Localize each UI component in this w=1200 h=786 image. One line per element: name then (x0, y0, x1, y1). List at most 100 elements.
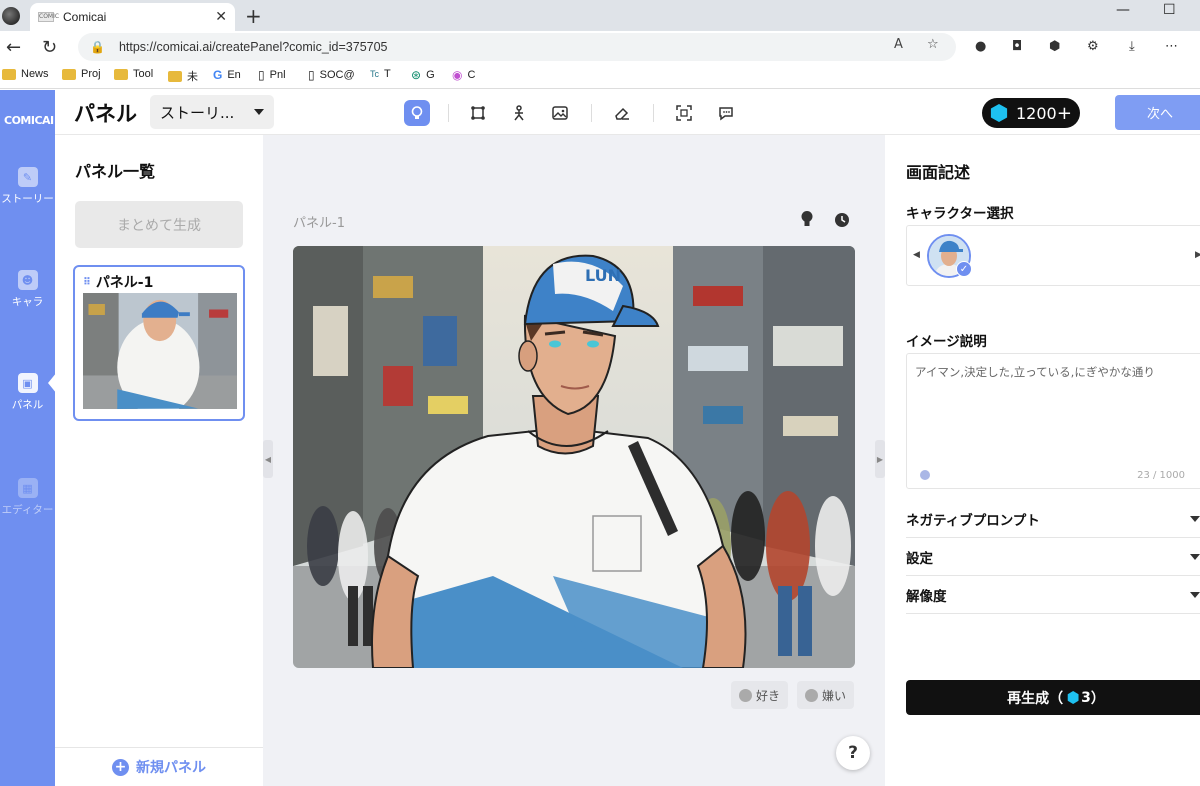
carousel-left-icon[interactable]: ◀ (913, 250, 920, 260)
carousel-right-icon[interactable]: ▶ (1195, 250, 1200, 260)
like-button[interactable]: 好き (731, 681, 789, 709)
pose-tool-button[interactable] (506, 100, 532, 126)
layout-tool-button[interactable] (465, 100, 491, 126)
favorite-star-icon[interactable]: ☆ (927, 37, 939, 52)
frown-icon (805, 688, 818, 702)
bookmark-unread[interactable]: 未 (168, 68, 198, 84)
generated-panel-image[interactable]: LUN (293, 246, 855, 668)
character-icon: ☻ (17, 270, 38, 290)
lightbulb-icon[interactable] (800, 210, 814, 232)
chevron-down-icon (1190, 554, 1200, 560)
translate-icon: Tc (370, 69, 379, 79)
help-button[interactable]: ? (836, 736, 870, 770)
minimize-icon[interactable]: — (1116, 2, 1130, 18)
credit-balance[interactable]: 1200 + (982, 98, 1080, 128)
regenerate-cost: 3 (1081, 689, 1091, 706)
lightbulb-icon (411, 106, 423, 119)
maximize-icon[interactable]: ☐ (1163, 2, 1176, 18)
collapse-left-handle[interactable]: ◀ (263, 440, 273, 478)
bookmarks-bar: News Proj Tool 未 G En ▯ Pnl ▯ SOC@ Tc T ⊛ G ◉… (0, 63, 1200, 89)
drag-handle-icon[interactable]: ⠿ (83, 277, 91, 288)
back-icon[interactable]: ← (6, 37, 21, 58)
page-icon: ▯ (258, 68, 265, 82)
extension-icon[interactable]: ● (975, 39, 986, 54)
character-selector: ◀ ▶ ✓ (906, 225, 1200, 286)
shield-extension-icon[interactable]: ⬢ (1049, 39, 1060, 54)
crop-tool-button[interactable] (671, 100, 697, 126)
pocket-icon[interactable]: ◘ (1012, 39, 1022, 54)
next-button[interactable]: 次へ (1115, 95, 1200, 130)
read-aloud-icon[interactable]: A (894, 37, 903, 52)
image-icon: ▣ (17, 373, 38, 393)
speech-bubble-icon (719, 107, 733, 121)
speech-bubble-tool-button[interactable] (713, 100, 739, 126)
bookmark-t[interactable]: Tc T (370, 68, 391, 80)
new-tab-icon[interactable]: + (245, 4, 262, 28)
smile-icon (739, 688, 752, 702)
tab-close-icon[interactable]: ✕ (215, 9, 227, 25)
browser-tab-comicai[interactable]: COMIC Comicai ✕ (30, 3, 235, 31)
chevron-down-icon (1190, 516, 1200, 522)
dislike-button[interactable]: 嫌い (797, 681, 855, 709)
new-panel-button[interactable]: + 新規パネル (55, 747, 263, 786)
bookmark-c[interactable]: ◉ C (452, 68, 475, 82)
address-bar: ← ↻ 🔒 https://comicai.ai/createPanel?com… (0, 31, 1200, 63)
puzzle-extensions-icon[interactable]: ⚙ (1087, 39, 1099, 54)
folder-icon (168, 70, 182, 82)
editor-icon: ▦ (17, 478, 38, 498)
settings-accordion[interactable]: 設定 (906, 538, 1200, 576)
bookmark-en[interactable]: G En (213, 68, 241, 82)
idea-tool-button[interactable] (404, 100, 430, 126)
rail-item-character[interactable]: ☻ キャラ (0, 270, 55, 309)
resolution-accordion[interactable]: 解像度 (906, 576, 1200, 614)
bookmark-news[interactable]: News (2, 68, 49, 80)
batch-generate-button[interactable]: まとめて生成 (75, 201, 243, 248)
cap-logo-text: LUN (585, 266, 621, 285)
story-select[interactable]: ストーリ... (150, 95, 274, 129)
bookmark-pnl[interactable]: ▯ Pnl (258, 68, 286, 82)
image-edit-icon (552, 106, 568, 120)
toolbar-divider (653, 104, 654, 122)
negative-prompt-accordion[interactable]: ネガティブプロンプト (906, 500, 1200, 538)
panel-thumbnail-card[interactable]: ⠿ パネル-1 (73, 265, 245, 421)
frame-transform-icon (471, 106, 485, 120)
selected-check-icon: ✓ (956, 261, 972, 277)
rail-item-panel[interactable]: ▣ パネル (0, 373, 55, 412)
rail-item-editor[interactable]: ▦ エディター (0, 478, 55, 517)
more-menu-icon[interactable]: ⋯ (1165, 39, 1178, 54)
crop-frame-icon (676, 105, 692, 121)
lock-icon: 🔒 (90, 40, 105, 54)
toolbar-divider (591, 104, 592, 122)
image-description-text: アイマン,決定した,立っている,にぎやかな通り (915, 365, 1155, 379)
chevron-down-icon (1190, 592, 1200, 598)
panel-thumbnail-image (83, 293, 237, 409)
reload-icon[interactable]: ↻ (42, 37, 57, 58)
profile-avatar-icon[interactable] (2, 7, 20, 25)
shield-icon (920, 470, 930, 480)
panel-canvas: ◀ ▶ パネル-1 LUN 好き 嫌い ? (263, 135, 885, 786)
bookmark-g[interactable]: ⊛ G (411, 68, 435, 82)
add-credits-icon[interactable]: + (1057, 103, 1072, 124)
chevron-down-icon (254, 109, 264, 115)
scene-description-title: 画面記述 (906, 163, 971, 182)
rail-item-story[interactable]: ✎ ストーリー (0, 167, 55, 206)
page-icon: ▯ (308, 68, 315, 82)
history-clock-icon[interactable] (834, 212, 850, 232)
bookmark-soc[interactable]: ▯ SOC@ (308, 68, 355, 82)
tab-favicon-icon: COMIC (38, 12, 60, 22)
app-top-bar: パネル ストーリ... 1200 + 次へ (55, 90, 1200, 135)
collapse-right-handle[interactable]: ▶ (875, 440, 885, 478)
panel-list-sidebar: パネル一覧 まとめて生成 ⠿ パネル-1 + 新規パネル (55, 135, 263, 786)
image-edit-tool-button[interactable] (547, 100, 573, 126)
eraser-icon (615, 107, 629, 120)
eraser-tool-button[interactable] (609, 100, 635, 126)
credit-amount: 1200 (1016, 103, 1057, 123)
url-field[interactable]: 🔒 https://comicai.ai/createPanel?comic_i… (78, 33, 956, 61)
google-icon: G (213, 68, 223, 82)
bookmark-proj[interactable]: Proj (62, 68, 101, 80)
downloads-icon[interactable]: ⤓ (1129, 39, 1135, 54)
bookmark-tool[interactable]: Tool (114, 68, 153, 80)
image-description-field[interactable]: アイマン,決定した,立っている,にぎやかな通り 23 / 1000 (906, 353, 1200, 489)
regenerate-button[interactable]: 再生成（ 3 ） (906, 680, 1200, 715)
folder-icon (114, 68, 128, 80)
